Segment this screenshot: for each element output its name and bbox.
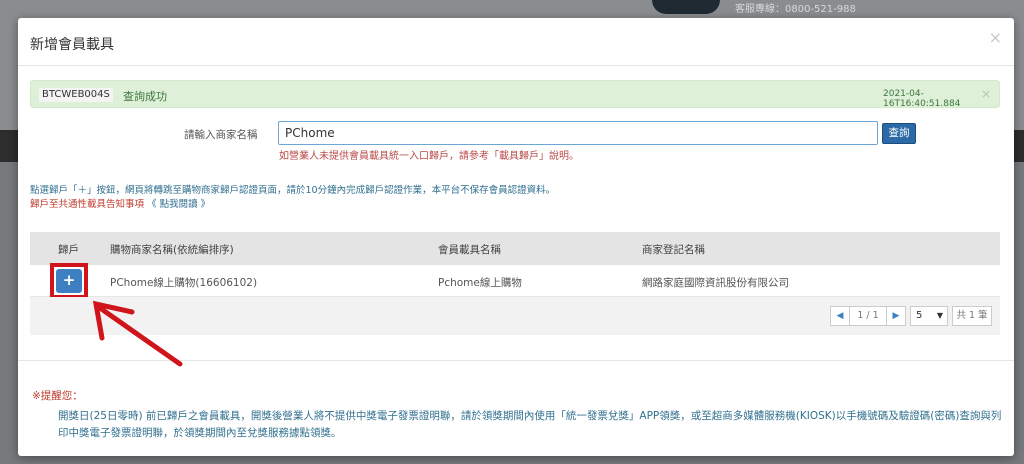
- alert-code: BTCWEB004S: [39, 88, 113, 102]
- modal-header: 新增會員載具 ×: [18, 18, 1014, 66]
- mascot-graphic: [652, 0, 720, 14]
- page-size-select[interactable]: 5 ▼: [910, 306, 948, 326]
- read-more-link[interactable]: 《 點我閱讀 》: [147, 199, 210, 210]
- search-hint: 如營業人未提供會員載具統一入口歸戶，請參考「載具歸戶」說明。: [279, 151, 579, 162]
- modal-title: 新增會員載具: [30, 37, 114, 53]
- table-header: 歸戶 購物商家名稱(依統編排序) 會員載具名稱 商家登記名稱: [30, 232, 1000, 265]
- merchant-name-input[interactable]: [278, 121, 878, 145]
- alert-close-icon[interactable]: ×: [981, 87, 991, 101]
- alert-message: 查詢成功: [123, 90, 167, 103]
- notice-body: 開獎日(25日零時) 前已歸戶之會員載具，開獎後營業人將不提供中獎電子發票證明聯…: [58, 410, 1002, 439]
- merchant-name-label: 請輸入商家名稱: [184, 129, 258, 141]
- cell-carrier: Pchome線上購物: [438, 277, 522, 289]
- chevron-down-icon: ▼: [936, 311, 943, 320]
- add-member-carrier-modal: 新增會員載具 × BTCWEB004S 查詢成功 2021-04-16T16:4…: [18, 18, 1014, 456]
- info-instruction: 點選歸戶「＋」按鈕，網頁將轉跳至購物商家歸戶認證頁面，請於10分鐘內完成歸戶認證…: [30, 185, 556, 196]
- column-header-merchant: 購物商家名稱(依統編排序): [110, 244, 234, 256]
- table-row: + PChome線上購物(16606102) Pchome線上購物 網路家庭國際…: [30, 265, 1000, 297]
- column-header-carrier: 會員載具名稱: [438, 244, 501, 256]
- annotation-arrow-icon: [92, 300, 183, 367]
- query-button[interactable]: 查詢: [882, 123, 916, 144]
- page-size-value: 5: [916, 310, 923, 321]
- page-indicator: 1 / 1: [850, 306, 886, 326]
- column-header-bind: 歸戶: [58, 244, 79, 256]
- modal-close-icon[interactable]: ×: [989, 28, 1002, 47]
- info-notice: 歸戶至共通性載具告知事項 《 點我閱讀 》: [30, 196, 210, 210]
- annotation-highlight-box: [50, 263, 88, 299]
- cell-registered: 網路家庭國際資訊股份有限公司: [642, 277, 789, 289]
- success-alert: BTCWEB004S 查詢成功 2021-04-16T16:40:51.884 …: [30, 80, 1000, 109]
- info-notice-text: 歸戶至共通性載具告知事項: [30, 199, 145, 210]
- notice-title: ※提醒您：: [32, 390, 83, 402]
- hotline-text: 客服專線：0800-521-988: [735, 4, 856, 15]
- prev-page-button[interactable]: ◀: [830, 306, 850, 326]
- cell-merchant: PChome線上購物(16606102): [110, 277, 258, 289]
- total-count: 共 1 筆: [952, 306, 992, 326]
- next-page-button[interactable]: ▶: [886, 306, 906, 326]
- column-header-registered: 商家登記名稱: [642, 244, 705, 256]
